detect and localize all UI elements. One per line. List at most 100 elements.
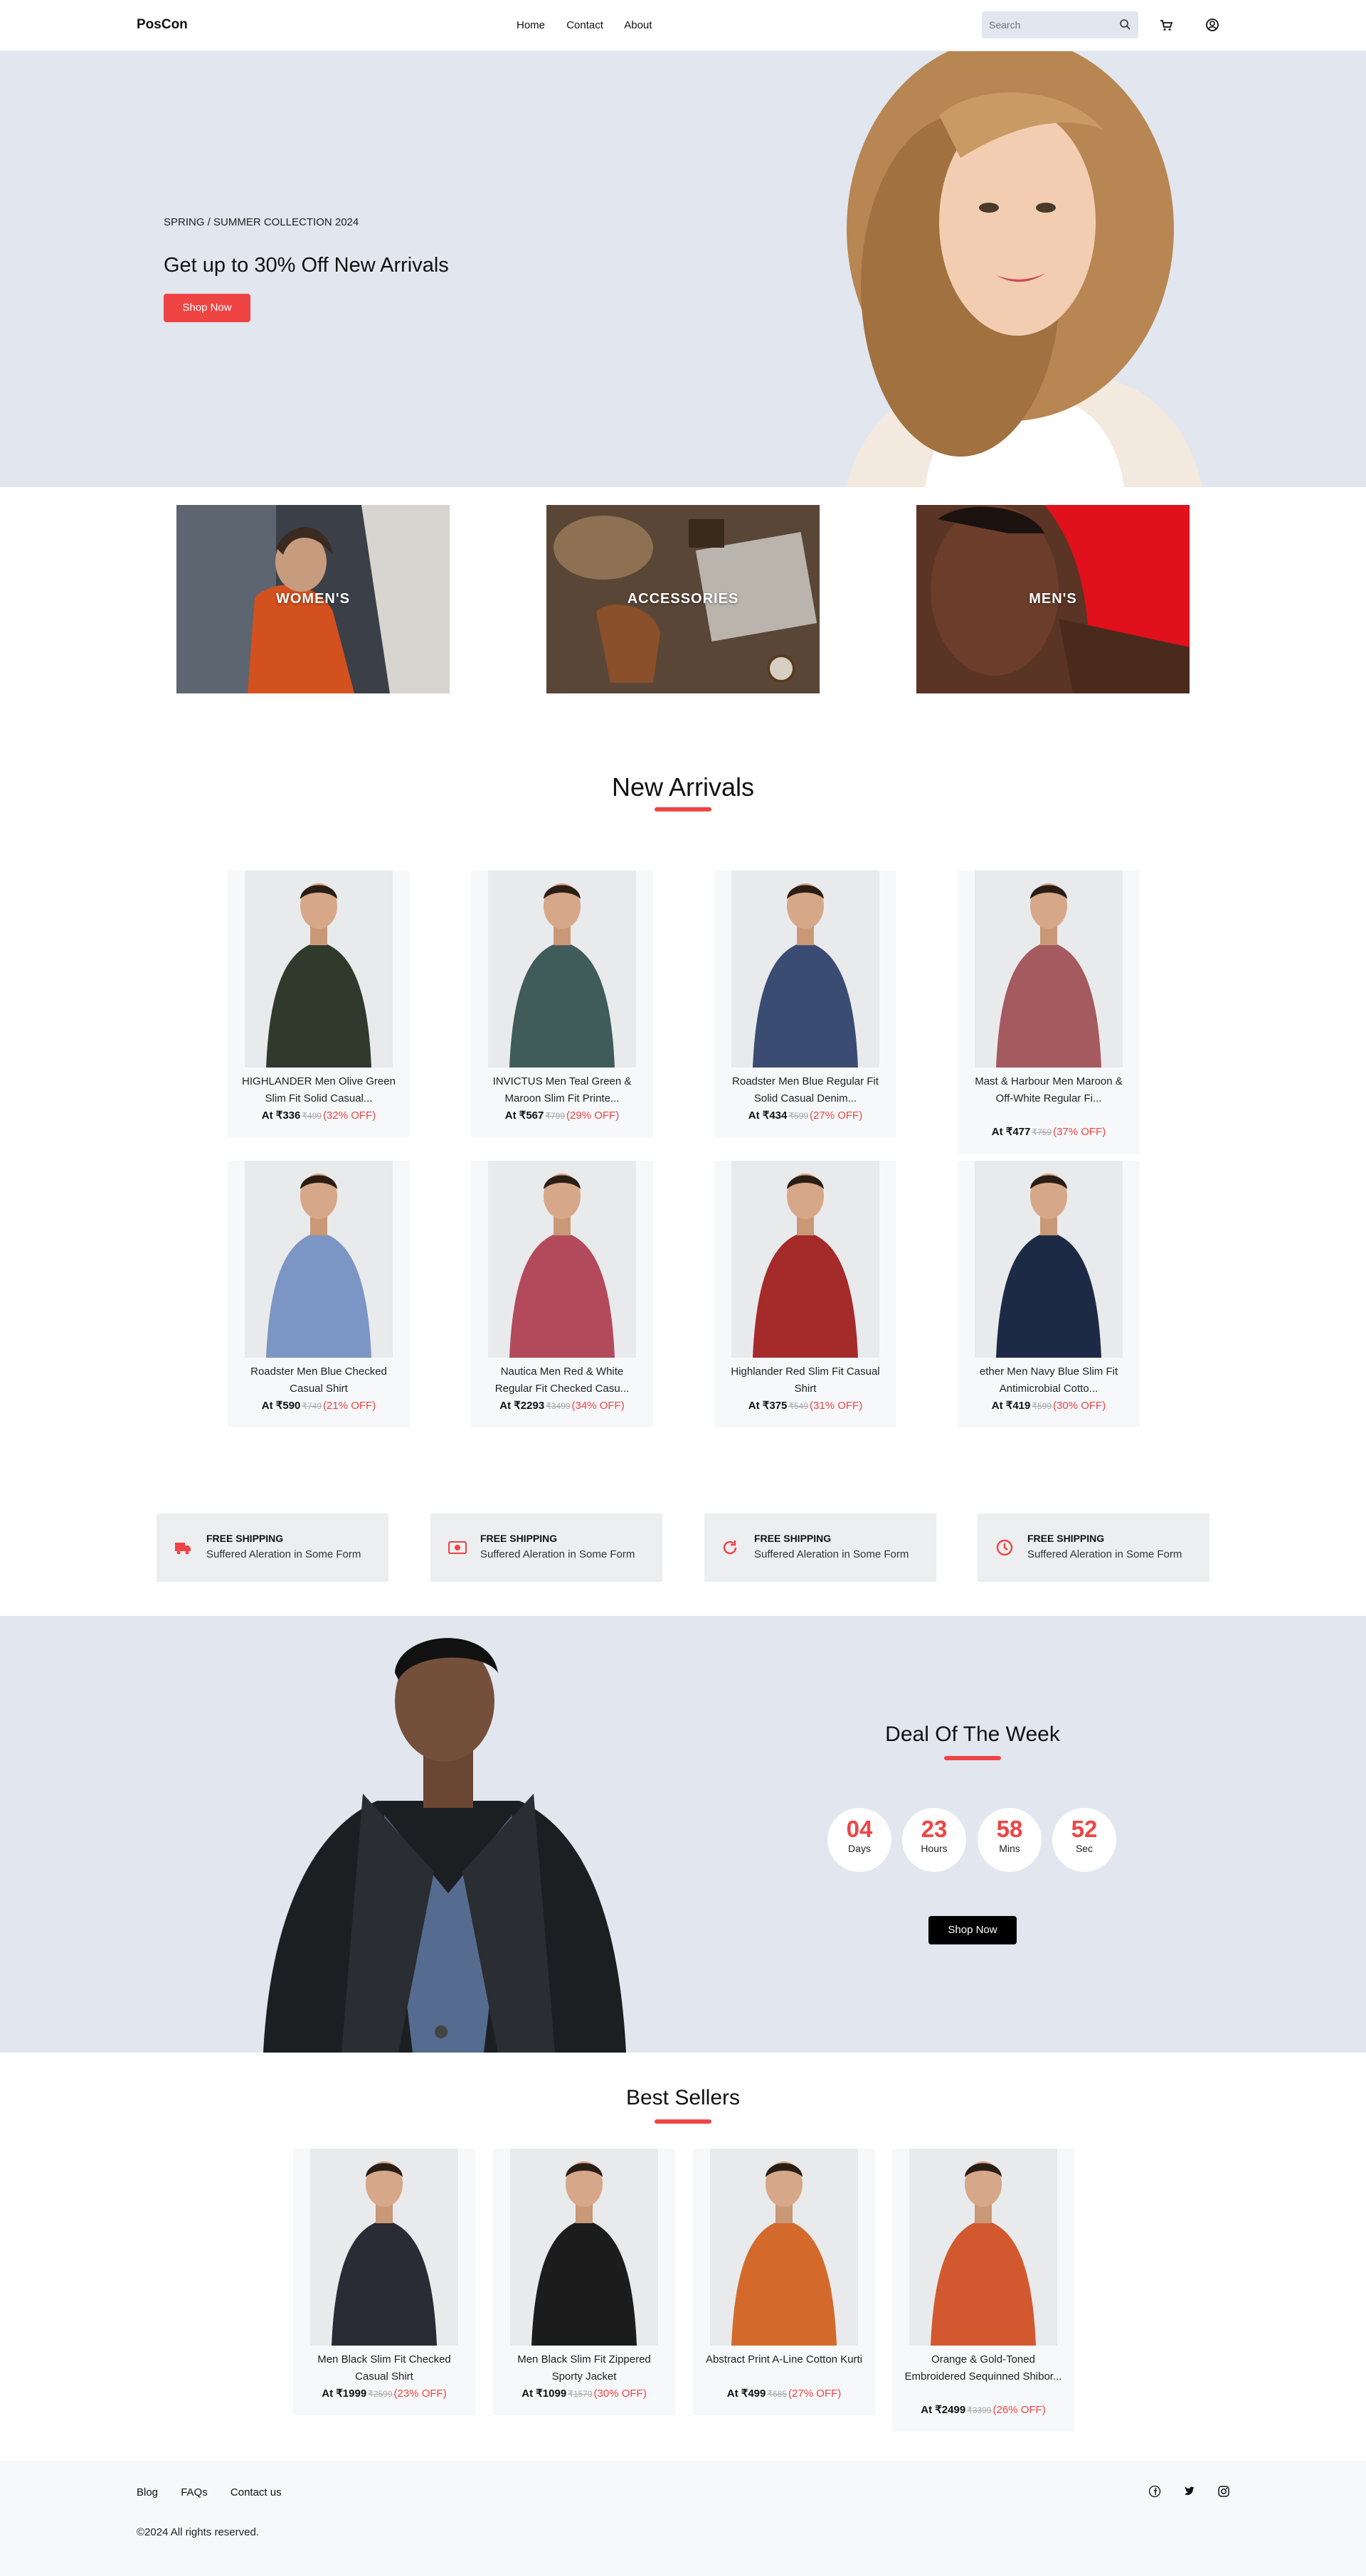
product-image[interactable] <box>975 871 1123 1068</box>
product-original-price: ₹685 <box>767 2389 788 2399</box>
product-price: At ₹2499 ₹3399 (26% OFF) <box>892 2403 1074 2416</box>
product-current-price: At ₹2293 <box>499 1400 545 1412</box>
product-card[interactable]: Roadster Men Blue Regular Fit Solid Casu… <box>714 871 896 1137</box>
category-card-womens[interactable]: WOMEN'S <box>176 505 450 693</box>
top-navbar: PosCon Home Contact About <box>0 0 1366 51</box>
product-current-price: At ₹375 <box>748 1400 788 1412</box>
deal-shop-now-button[interactable]: Shop Now <box>928 1916 1017 1944</box>
instagram-icon[interactable] <box>1217 2485 1230 2498</box>
countdown-sec-value: 52 <box>1071 1816 1098 1842</box>
product-original-price: ₹2599 <box>368 2389 393 2399</box>
refresh-icon <box>723 1540 737 1555</box>
product-card[interactable]: Men Black Slim Fit Checked Casual Shirt A… <box>293 2149 475 2415</box>
product-image[interactable] <box>731 1161 879 1358</box>
product-name[interactable]: Men Black Slim Fit Zippered Sporty Jacke… <box>504 2351 664 2385</box>
countdown-sec-label: Sec <box>1075 1843 1094 1854</box>
product-name[interactable]: ether Men Navy Blue Slim Fit Antimicrobi… <box>969 1363 1128 1398</box>
product-card[interactable]: HIGHLANDER Men Olive Green Slim Fit Soli… <box>228 871 410 1137</box>
product-price: At ₹336 ₹499 (32% OFF) <box>228 1109 410 1122</box>
product-discount: (27% OFF) <box>810 1109 863 1122</box>
product-current-price: At ₹567 <box>504 1109 544 1122</box>
product-original-price: ₹549 <box>788 1401 809 1411</box>
product-card[interactable]: Nautica Men Red & White Regular Fit Chec… <box>471 1161 653 1427</box>
product-price: At ₹499 ₹685 (27% OFF) <box>693 2387 875 2400</box>
product-price: At ₹567 ₹799 (29% OFF) <box>471 1109 653 1122</box>
product-card[interactable]: Highlander Red Slim Fit Casual Shirt At ₹… <box>714 1161 896 1427</box>
feature-title: FREE SHIPPING <box>480 1533 558 1544</box>
countdown-hours-label: Hours <box>921 1843 948 1854</box>
product-name[interactable]: Mast & Harbour Men Maroon & Off-White Re… <box>969 1073 1128 1107</box>
countdown-sec: 52 Sec <box>1052 1808 1116 1872</box>
category-card-mens[interactable]: MEN'S <box>916 505 1190 693</box>
product-name[interactable]: Orange & Gold-Toned Embroidered Sequinne… <box>904 2351 1063 2385</box>
category-label-mens: MEN'S <box>1029 591 1077 607</box>
footer-link-faqs[interactable]: FAQs <box>181 2486 208 2498</box>
footer-links: Blog FAQs Contact us <box>137 2486 302 2498</box>
product-name[interactable]: Abstract Print A-Line Cotton Kurti <box>704 2351 864 2368</box>
product-original-price: ₹3399 <box>967 2405 992 2415</box>
product-image[interactable] <box>909 2149 1057 2346</box>
feature-title: FREE SHIPPING <box>206 1533 284 1544</box>
nav-link-about[interactable]: About <box>624 19 652 31</box>
product-image[interactable] <box>488 1161 636 1358</box>
search-input[interactable] <box>982 11 1138 38</box>
product-discount: (21% OFF) <box>323 1400 376 1412</box>
product-current-price: At ₹477 <box>991 1126 1031 1138</box>
hero-model-image <box>847 51 1202 487</box>
facebook-icon[interactable] <box>1148 2485 1161 2498</box>
product-image[interactable] <box>310 2149 458 2346</box>
product-card[interactable]: Mast & Harbour Men Maroon & Off-White Re… <box>958 871 1140 1154</box>
product-image[interactable] <box>245 1161 393 1358</box>
product-image[interactable] <box>510 2149 658 2346</box>
nav-link-home[interactable]: Home <box>517 19 545 31</box>
product-discount: (23% OFF) <box>393 2388 447 2400</box>
category-card-accessories[interactable]: ACCESSORIES <box>546 505 820 693</box>
footer-link-contact[interactable]: Contact us <box>231 2486 282 2498</box>
product-card[interactable]: INVICTUS Men Teal Green & Maroon Slim Fi… <box>471 871 653 1137</box>
product-name[interactable]: Roadster Men Blue Checked Casual Shirt <box>239 1363 398 1398</box>
product-image[interactable] <box>731 871 879 1068</box>
product-original-price: ₹499 <box>302 1111 322 1121</box>
feature-text: Suffered Aleration in Some Form <box>754 1548 909 1560</box>
nav-link-contact[interactable]: Contact <box>566 19 603 31</box>
product-card[interactable]: Men Black Slim Fit Zippered Sporty Jacke… <box>493 2149 675 2415</box>
footer: Blog FAQs Contact us ©2024 All rights re… <box>0 2461 1366 2576</box>
product-card[interactable]: ether Men Navy Blue Slim Fit Antimicrobi… <box>958 1161 1140 1427</box>
product-current-price: At ₹499 <box>726 2388 766 2400</box>
product-name[interactable]: HIGHLANDER Men Olive Green Slim Fit Soli… <box>239 1073 398 1107</box>
product-card[interactable]: Abstract Print A-Line Cotton Kurti At ₹49… <box>693 2149 875 2415</box>
product-original-price: ₹3499 <box>546 1401 571 1411</box>
product-original-price: ₹749 <box>302 1401 322 1411</box>
twitter-icon[interactable] <box>1183 2485 1196 2498</box>
user-icon[interactable] <box>1204 17 1220 33</box>
cart-icon[interactable] <box>1158 17 1174 33</box>
deal-title: Deal Of The Week <box>885 1723 1060 1746</box>
product-image[interactable] <box>488 871 636 1068</box>
footer-link-blog[interactable]: Blog <box>137 2486 158 2498</box>
product-image[interactable] <box>710 2149 858 2346</box>
search-icon[interactable] <box>1119 18 1131 30</box>
product-discount: (37% OFF) <box>1053 1126 1106 1138</box>
hero-banner: SPRING / SUMMER COLLECTION 2024 Get up t… <box>0 51 1366 487</box>
product-name[interactable]: Highlander Red Slim Fit Casual Shirt <box>726 1363 885 1398</box>
product-discount: (34% OFF) <box>571 1400 625 1412</box>
product-name[interactable]: INVICTUS Men Teal Green & Maroon Slim Fi… <box>482 1073 642 1107</box>
truck-icon <box>175 1543 191 1555</box>
feature-text: Suffered Aleration in Some Form <box>206 1548 361 1560</box>
hero-shop-now-button[interactable]: Shop Now <box>164 294 250 322</box>
product-card[interactable]: Orange & Gold-Toned Embroidered Sequinne… <box>892 2149 1074 2432</box>
product-image[interactable] <box>245 871 393 1068</box>
site-logo[interactable]: PosCon <box>137 17 188 33</box>
nav-links: Home Contact About <box>517 19 670 31</box>
product-name[interactable]: Nautica Men Red & White Regular Fit Chec… <box>482 1363 642 1398</box>
product-name[interactable]: Men Black Slim Fit Checked Casual Shirt <box>305 2351 464 2385</box>
feature-text: Suffered Aleration in Some Form <box>1027 1548 1182 1560</box>
product-current-price: At ₹2499 <box>921 2404 966 2416</box>
product-current-price: At ₹590 <box>261 1400 301 1412</box>
best-sellers-underline <box>655 2119 711 2124</box>
product-card[interactable]: Roadster Men Blue Checked Casual Shirt At… <box>228 1161 410 1427</box>
feature-title: FREE SHIPPING <box>754 1533 832 1544</box>
product-name[interactable]: Roadster Men Blue Regular Fit Solid Casu… <box>726 1073 885 1107</box>
product-current-price: At ₹419 <box>991 1400 1031 1412</box>
product-image[interactable] <box>975 1161 1123 1358</box>
